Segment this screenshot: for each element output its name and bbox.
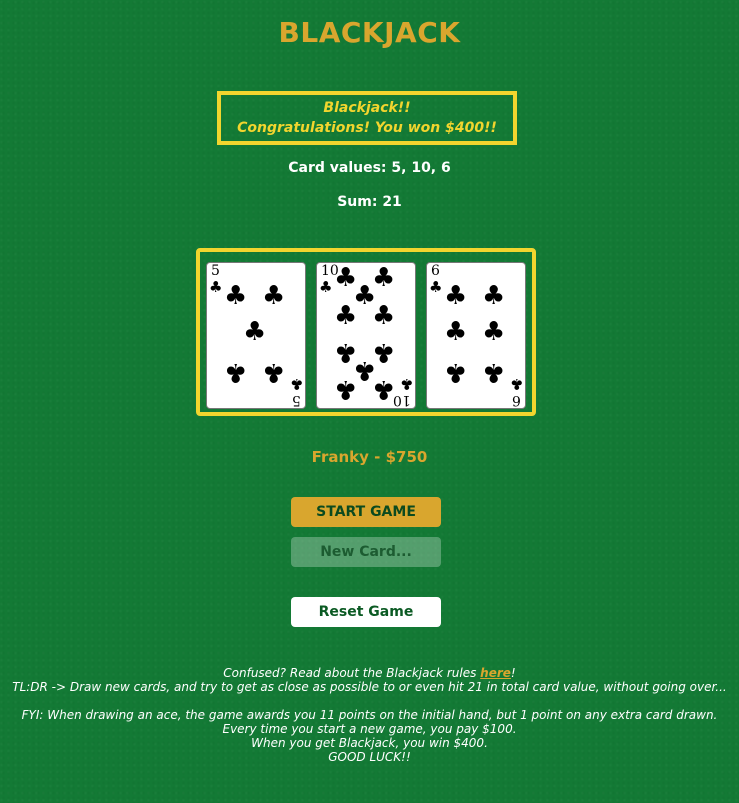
club-icon: ♣ [444,281,468,311]
card-values: Card values: 5, 10, 6 [288,160,451,176]
rules-line: Confused? Read about the Blackjack rules… [0,666,739,680]
club-icon: ♣ [224,281,248,311]
club-icon: ♣ [482,357,506,387]
card-rank: 6 [512,392,521,408]
instructions: Confused? Read about the Blackjack rules… [0,666,739,764]
playing-card: 5 ♣ ♣ ♣ ♣ ♣ ♣ ♣ 5 [206,262,306,409]
club-icon: ♣ [482,317,506,347]
fyi-text: FYI: When drawing an ace, the game award… [21,708,718,722]
club-icon: ♣ [319,278,333,296]
hand: 5 ♣ ♣ ♣ ♣ ♣ ♣ ♣ 5 10 ♣ ♣ ♣ ♣ ♣ ♣ ♣ ♣ ♣ ♣… [196,248,536,416]
club-icon: ♣ [444,357,468,387]
sum: Sum: 21 [337,194,402,210]
club-icon: ♣ [509,375,523,393]
club-icon: ♣ [399,375,413,393]
rules-link[interactable]: here [480,666,511,680]
rules-suffix: ! [510,666,516,680]
result-line-1: Blackjack!! [323,100,411,116]
club-icon: ♣ [243,317,267,347]
club-icon: ♣ [372,374,396,404]
club-icon: ♣ [444,317,468,347]
result-message: Blackjack!! Congratulations! You won $40… [217,91,517,145]
result-line-2: Congratulations! You won $400!! [237,120,497,136]
club-icon: ♣ [289,375,303,393]
tldr-text: TL:DR -> Draw new cards, and try to get … [12,680,727,694]
club-icon: ♣ [482,281,506,311]
club-icon: ♣ [334,374,358,404]
playing-card: 10 ♣ ♣ ♣ ♣ ♣ ♣ ♣ ♣ ♣ ♣ ♣ ♣ 10 [316,262,416,409]
start-game-button[interactable]: START GAME [291,497,441,527]
page-title: BLACKJACK [278,16,461,49]
rules-prefix: Confused? Read about the Blackjack rules [223,666,481,680]
reset-game-button[interactable]: Reset Game [291,597,441,627]
card-rank: 5 [211,263,220,279]
club-icon: ♣ [372,301,396,331]
card-rank: 6 [431,263,440,279]
playing-card: 6 ♣ ♣ ♣ ♣ ♣ ♣ ♣ ♣ 6 [426,262,526,409]
card-rank: 5 [292,392,301,408]
club-icon: ♣ [262,357,286,387]
player-info: Franky - $750 [311,448,428,466]
club-icon: ♣ [334,301,358,331]
card-rank: 10 [393,392,411,408]
cost-text: Every time you start a new game, you pay… [222,722,517,736]
win-text: When you get Blackjack, you win $400. [251,736,488,750]
good-luck-text: GOOD LUCK!! [328,750,411,764]
club-icon: ♣ [209,278,223,296]
new-card-button[interactable]: New Card... [291,537,441,567]
club-icon: ♣ [429,278,443,296]
club-icon: ♣ [224,357,248,387]
club-icon: ♣ [262,281,286,311]
